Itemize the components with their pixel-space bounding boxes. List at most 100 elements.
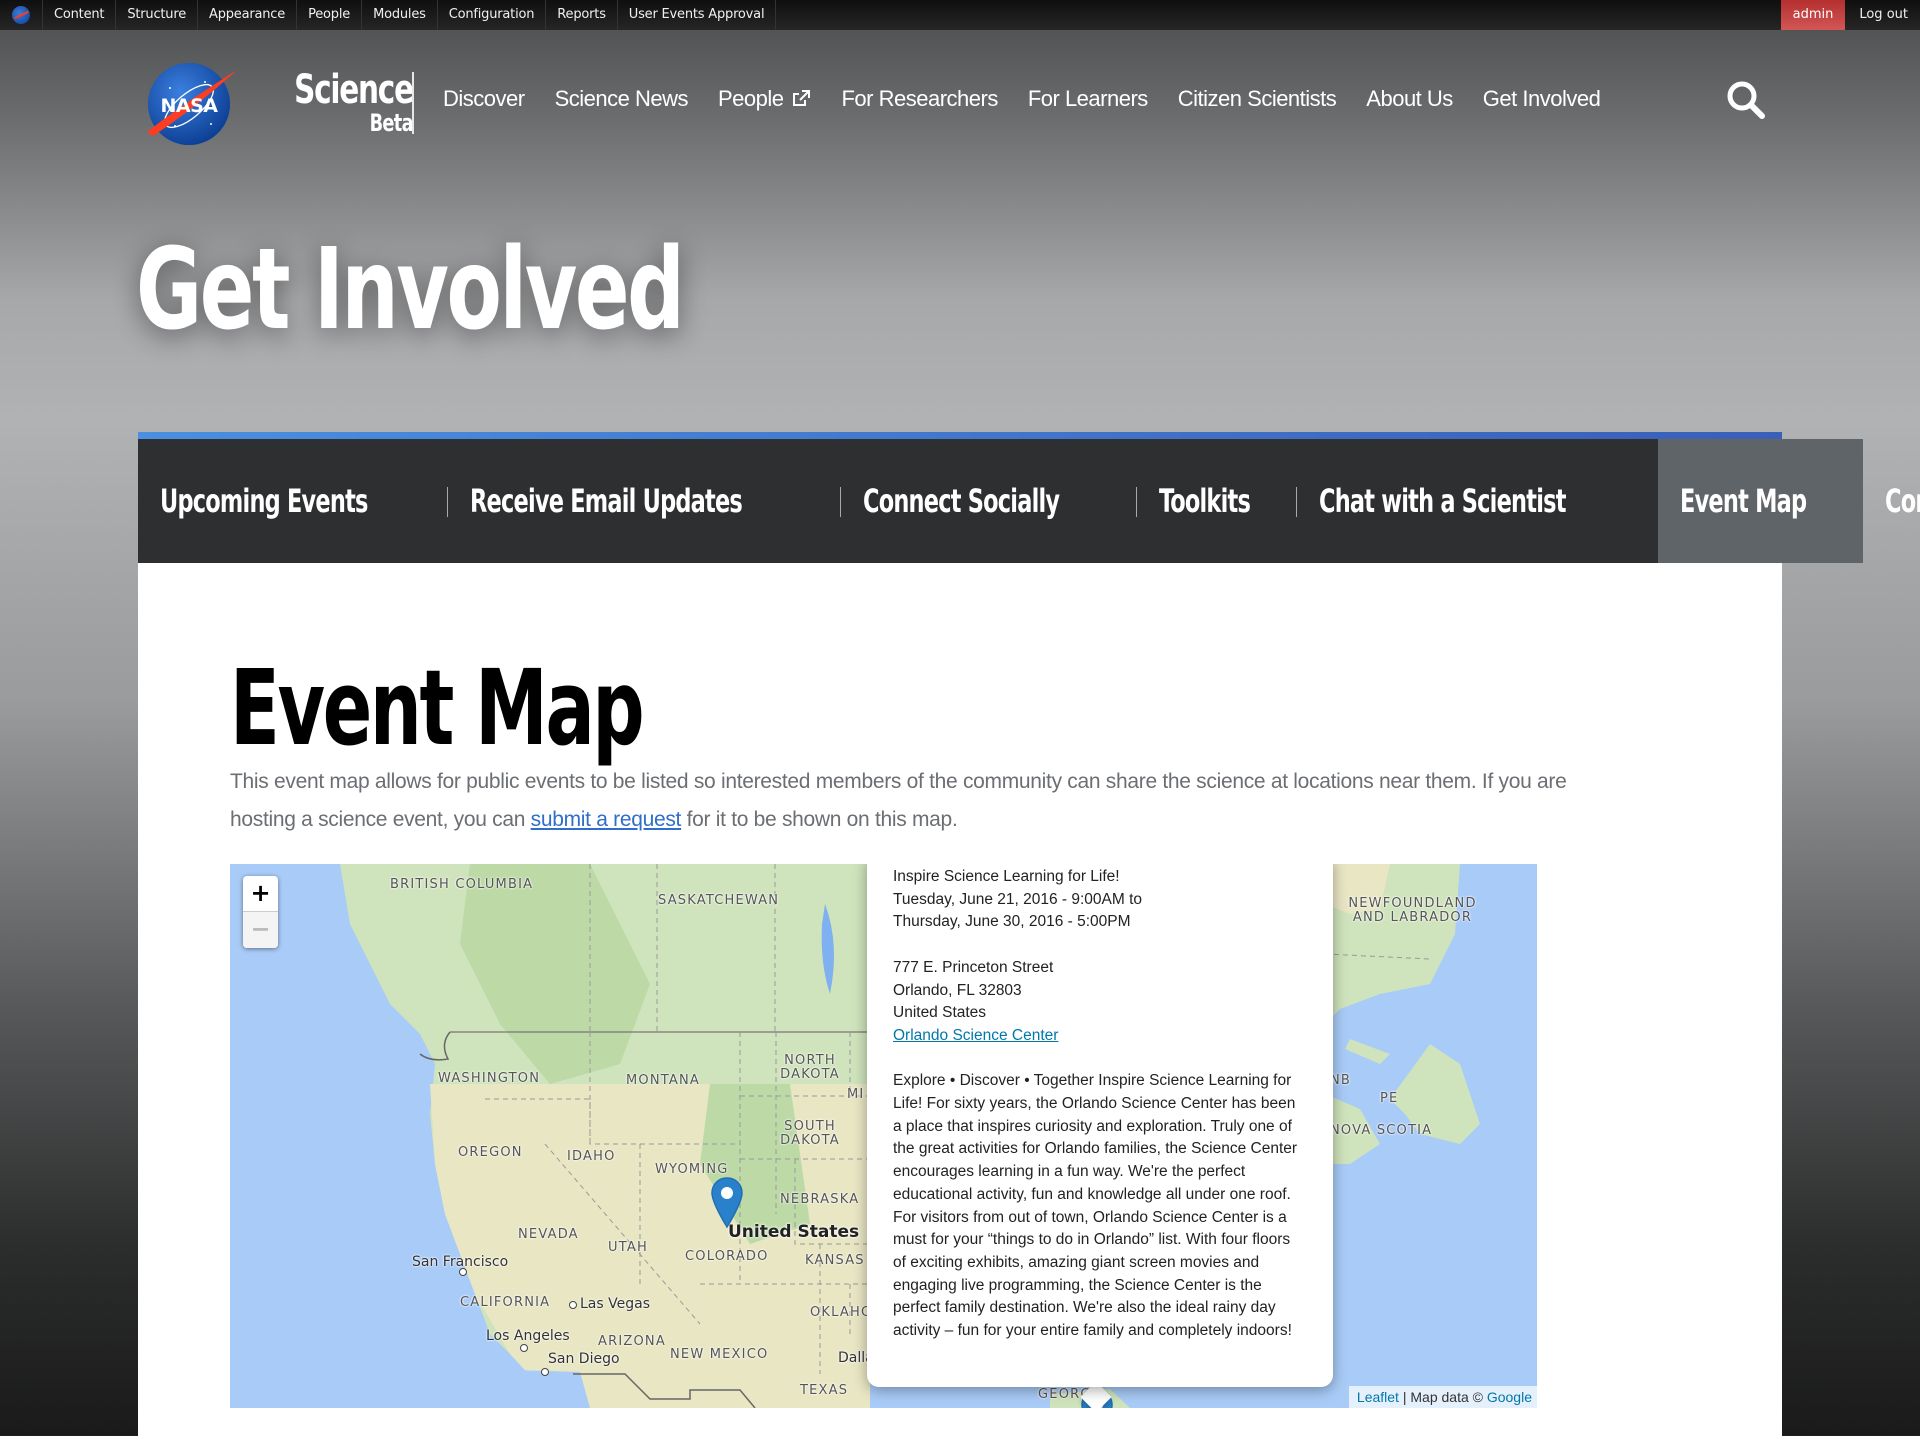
tab-toolkits[interactable]: Toolkits <box>1137 439 1298 563</box>
admin-user-link[interactable]: admin <box>1780 0 1846 30</box>
admin-menu-configuration[interactable]: Configuration <box>436 0 546 30</box>
admin-menu-modules[interactable]: Modules <box>361 0 437 30</box>
city-label-las-vegas: Las Vegas <box>580 1296 650 1312</box>
city-label-san-diego: San Diego <box>548 1351 620 1367</box>
tab-contact-us-label: Contact Us <box>1885 482 1920 520</box>
submit-request-link[interactable]: submit a request <box>531 808 682 831</box>
nav-people[interactable]: People <box>718 86 812 112</box>
section-nav: Upcoming Events Receive Email Updates Co… <box>138 432 1920 563</box>
page-title: Event Map <box>230 647 645 769</box>
map-zoom-control: + − <box>243 876 278 948</box>
admin-menu-reports[interactable]: Reports <box>545 0 616 30</box>
brand-subtitle: Beta <box>369 109 414 137</box>
event-map[interactable]: British Columbia Saskatchewan Washington… <box>230 864 1537 1408</box>
intro-text-after: for it to be shown on this map. <box>681 808 958 831</box>
admin-menu-people[interactable]: People <box>296 0 361 30</box>
search-icon <box>1727 81 1765 119</box>
logout-link[interactable]: Log out <box>1845 0 1920 30</box>
map-label-newfoundland: Newfoundland and Labrador <box>1348 896 1477 925</box>
search-button[interactable] <box>1724 78 1768 122</box>
popup-address-line2: Orlando, FL 32803 <box>893 981 1022 999</box>
content-panel: Event Map This event map allows for publ… <box>138 563 1782 1436</box>
map-label-kansas: Kansas <box>805 1253 865 1268</box>
site-brand[interactable]: Science Beta <box>268 67 414 137</box>
tab-connect-socially-label: Connect Socially <box>862 482 1060 520</box>
nav-science-news[interactable]: Science News <box>554 86 689 112</box>
city-dot-san-francisco <box>459 1268 467 1276</box>
map-label-nb: NB <box>1330 1073 1352 1088</box>
popup-venue-link[interactable]: Orlando Science Center <box>893 1027 1058 1044</box>
nav-about-us[interactable]: About Us <box>1366 86 1453 112</box>
leaflet-link[interactable]: Leaflet <box>1357 1389 1399 1405</box>
map-attribution: Leaflet | Map data © Google <box>1348 1386 1537 1408</box>
nav-for-researchers-label: For Researchers <box>841 86 998 111</box>
popup-date-end: Thursday, June 30, 2016 - 5:00PM <box>893 913 1131 931</box>
map-label-north-dakota: North Dakota <box>780 1053 840 1082</box>
city-dot-las-vegas <box>569 1301 577 1309</box>
popup-description: Explore • Discover • Together Inspire Sc… <box>893 1072 1298 1340</box>
nav-get-involved[interactable]: Get Involved <box>1483 86 1601 112</box>
map-label-arizona: Arizona <box>598 1334 666 1349</box>
map-label-oregon: Oregon <box>458 1145 523 1160</box>
brand-divider <box>412 72 414 134</box>
admin-menu-appearance[interactable]: Appearance <box>197 0 296 30</box>
external-link-icon <box>791 89 811 109</box>
map-label-saskatchewan: Saskatchewan <box>658 893 780 908</box>
svg-text:NASA: NASA <box>161 95 219 117</box>
zoom-out-button[interactable]: − <box>243 912 278 948</box>
admin-menu: Content Structure Appearance People Modu… <box>42 0 777 30</box>
tab-upcoming-events[interactable]: Upcoming Events <box>138 439 449 563</box>
admin-menu-user-events-approval[interactable]: User Events Approval <box>616 0 777 30</box>
popup-date-start: Tuesday, June 21, 2016 - 9:00AM to <box>893 890 1143 908</box>
tab-chat-with-a-scientist-label: Chat with a Scientist <box>1319 482 1566 520</box>
map-label-south-dakota: South Dakota <box>780 1119 840 1148</box>
site-header: NASA Science Beta Discover Science News … <box>0 30 1920 170</box>
admin-toolbar: Content Structure Appearance People Modu… <box>0 0 1920 30</box>
map-label-new-mexico: New Mexico <box>670 1347 769 1362</box>
city-dot-los-angeles <box>520 1344 528 1352</box>
nasa-logo[interactable]: NASA <box>145 60 241 146</box>
map-label-nebraska: Nebraska <box>780 1192 860 1207</box>
intro-text: This event map allows for public events … <box>230 763 1570 839</box>
map-label-oklahoma: Oklahc <box>810 1305 872 1320</box>
nav-discover[interactable]: Discover <box>443 86 525 112</box>
nav-about-us-label: About Us <box>1366 86 1453 111</box>
hero-title: Get Involved <box>136 225 685 355</box>
map-label-california: California <box>460 1295 551 1310</box>
nav-people-label: People <box>717 86 784 111</box>
tab-receive-email-updates-label: Receive Email Updates <box>470 482 743 520</box>
brand-title: Science <box>294 67 414 113</box>
nav-get-involved-label: Get Involved <box>1482 86 1601 111</box>
map-label-colorado: Colorado <box>685 1249 769 1264</box>
tab-upcoming-events-label: Upcoming Events <box>160 482 368 520</box>
tab-contact-us[interactable]: Contact Us <box>1863 439 1920 563</box>
map-marker[interactable] <box>710 1177 744 1229</box>
admin-menu-content[interactable]: Content <box>42 0 115 30</box>
tab-event-map-label: Event Map <box>1679 482 1807 520</box>
map-label-washington: Washington <box>438 1071 541 1086</box>
map-label-utah: Utah <box>608 1240 648 1255</box>
tab-event-map[interactable]: Event Map <box>1657 439 1864 563</box>
google-link[interactable]: Google <box>1487 1389 1532 1405</box>
admin-home-icon[interactable] <box>0 0 42 30</box>
zoom-in-button[interactable]: + <box>243 876 278 912</box>
map-label-montana: Montana <box>626 1073 701 1088</box>
tab-receive-email-updates[interactable]: Receive Email Updates <box>448 439 841 563</box>
tab-connect-socially[interactable]: Connect Socially <box>841 439 1137 563</box>
popup-address-line3: United States <box>893 1004 987 1022</box>
popup-address-line1: 777 E. Princeton Street <box>893 958 1054 976</box>
tab-chat-with-a-scientist[interactable]: Chat with a Scientist <box>1297 439 1657 563</box>
nav-for-researchers[interactable]: For Researchers <box>841 86 998 112</box>
nav-science-news-label: Science News <box>554 86 689 111</box>
map-label-united-states: United States <box>728 1222 860 1242</box>
map-label-texas: Texas <box>800 1383 849 1398</box>
nav-citizen-scientists-label: Citizen Scientists <box>1177 86 1337 111</box>
map-label-nevada: Nevada <box>518 1227 579 1242</box>
nav-for-learners[interactable]: For Learners <box>1028 86 1148 112</box>
nav-citizen-scientists[interactable]: Citizen Scientists <box>1178 86 1337 112</box>
admin-menu-structure[interactable]: Structure <box>115 0 197 30</box>
map-marker-icon <box>711 1177 743 1229</box>
main-nav: Discover Science News People For Researc… <box>443 86 1630 112</box>
map-label-idaho: Idaho <box>567 1149 616 1164</box>
city-dot-san-diego <box>541 1368 549 1376</box>
